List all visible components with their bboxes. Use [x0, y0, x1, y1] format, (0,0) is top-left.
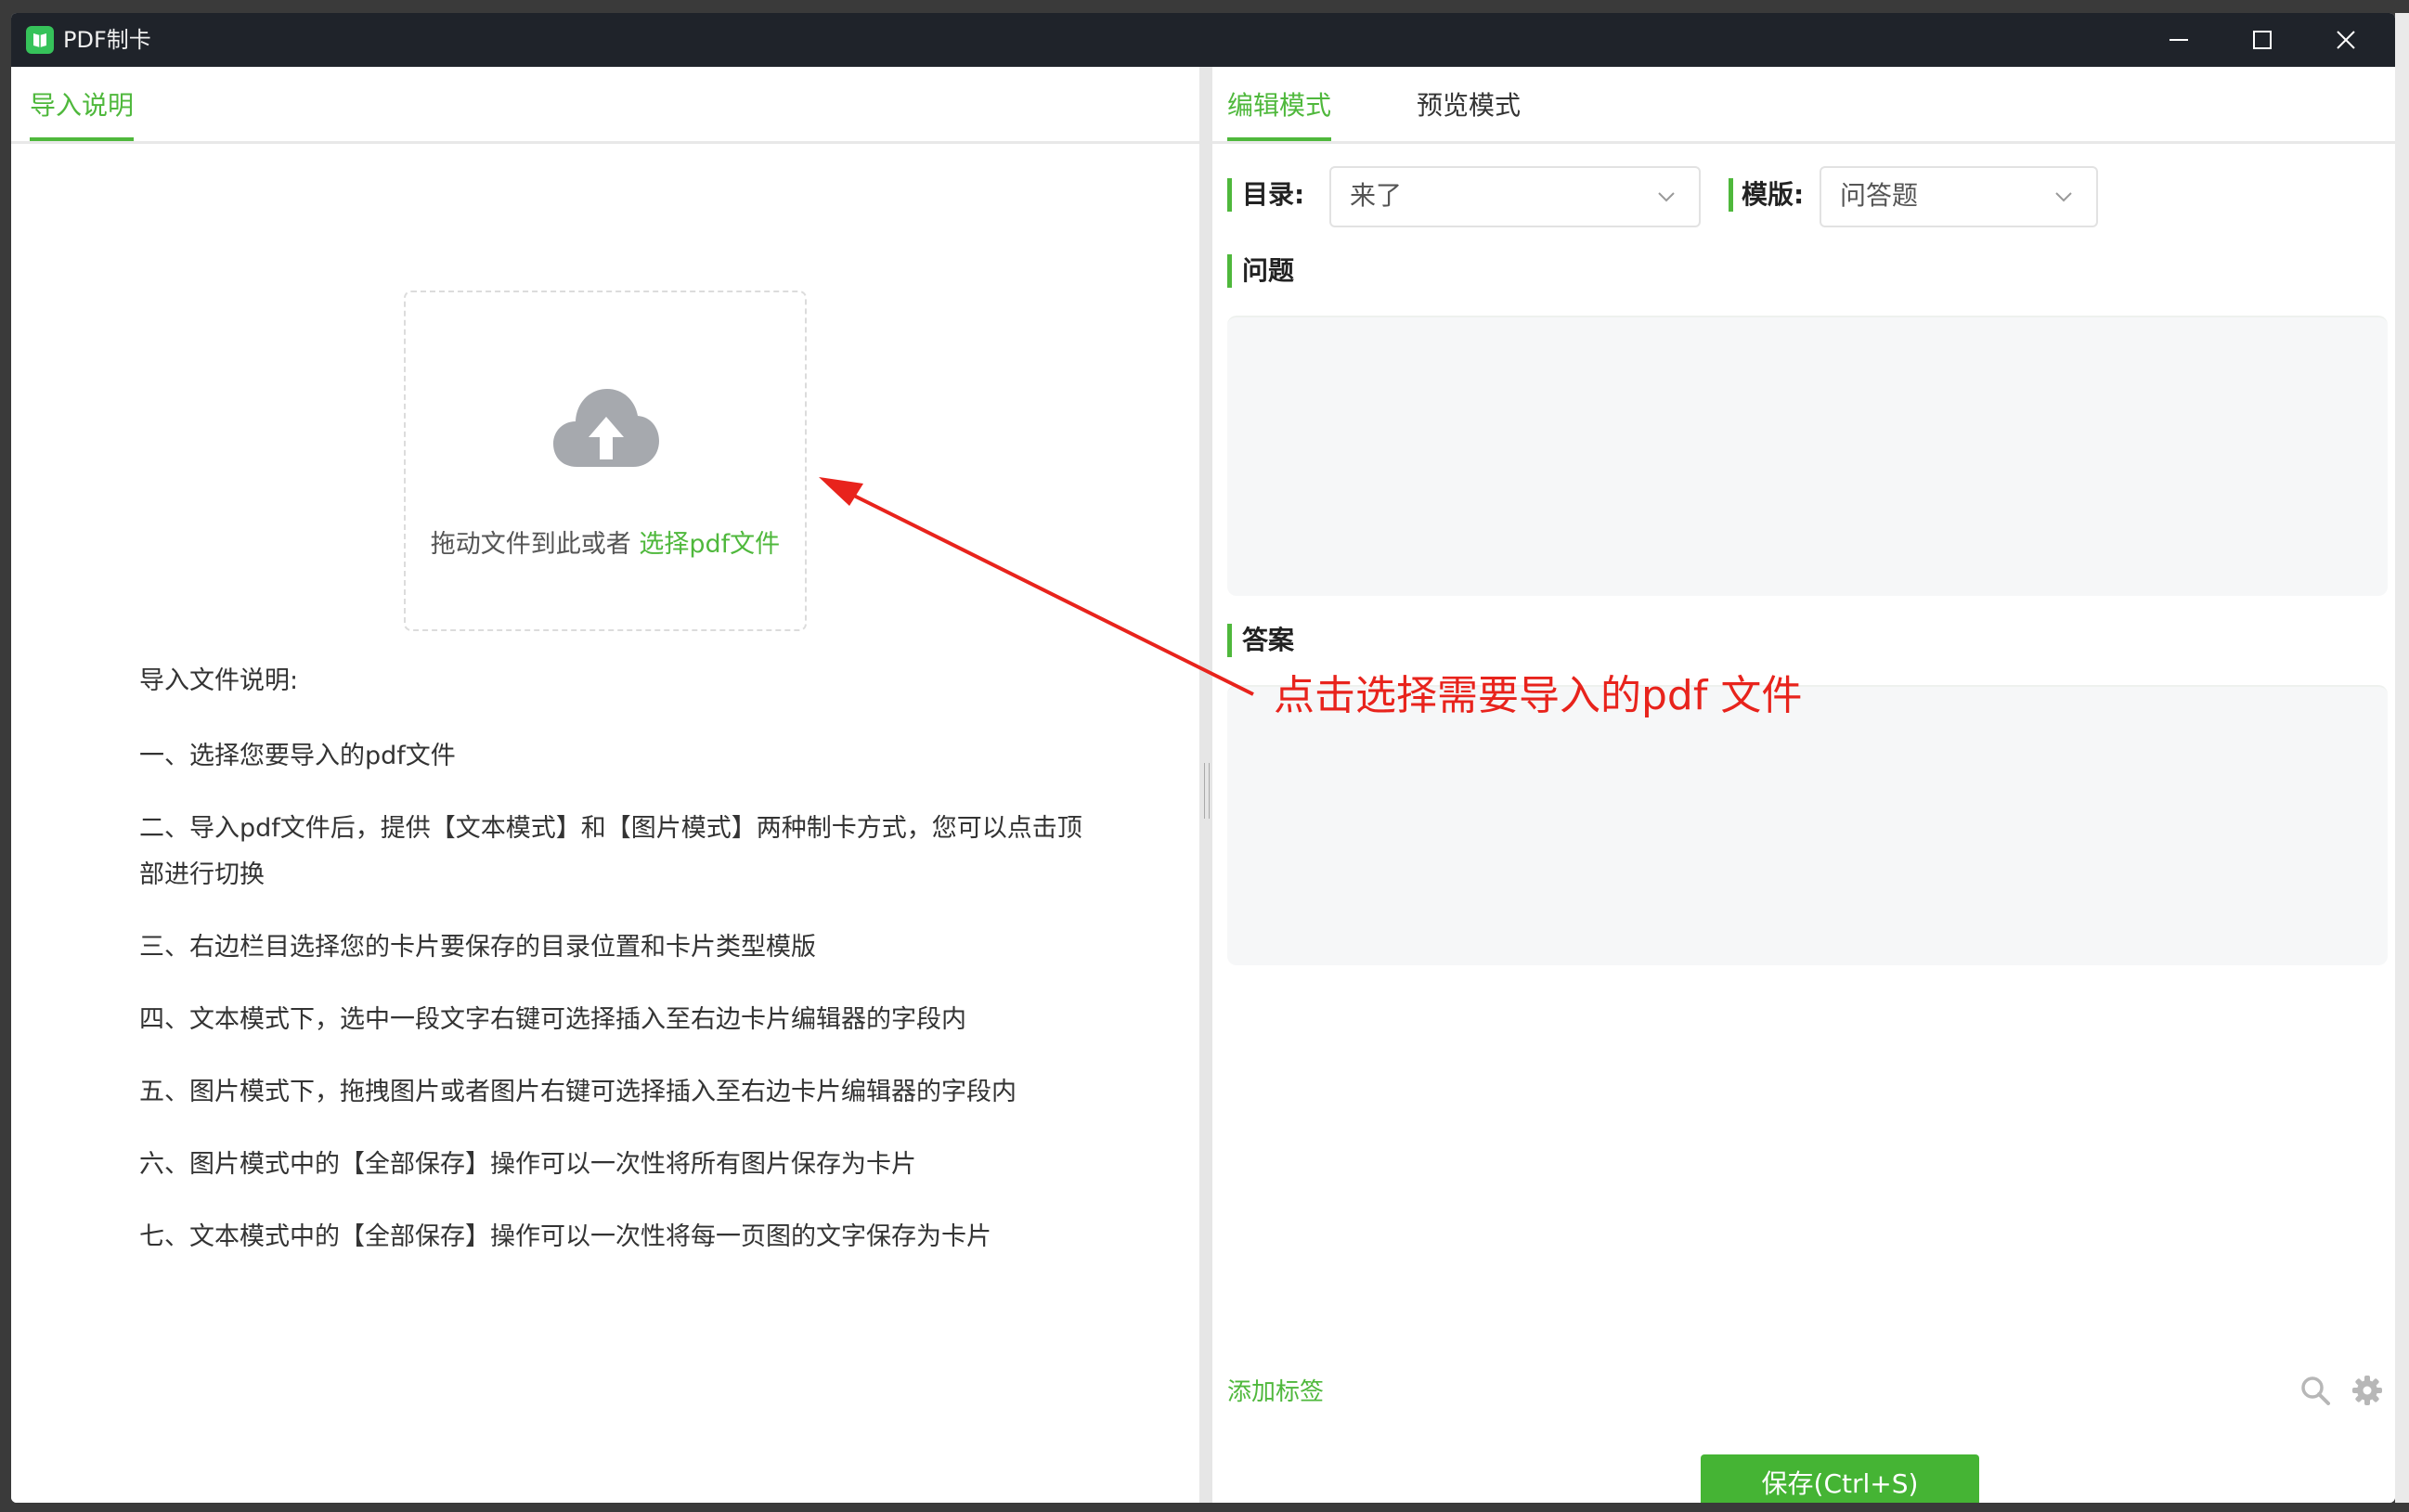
background-window-edge	[2395, 13, 2409, 1503]
app-window: PDF制卡 导入说明 拖动文件到此或者 选择pdf文件 导入文件说明: 一、选择…	[11, 13, 2395, 1503]
annotation-arrow	[819, 477, 1254, 696]
annotation-text: 点击选择需要导入的pdf 文件	[1274, 672, 1803, 719]
